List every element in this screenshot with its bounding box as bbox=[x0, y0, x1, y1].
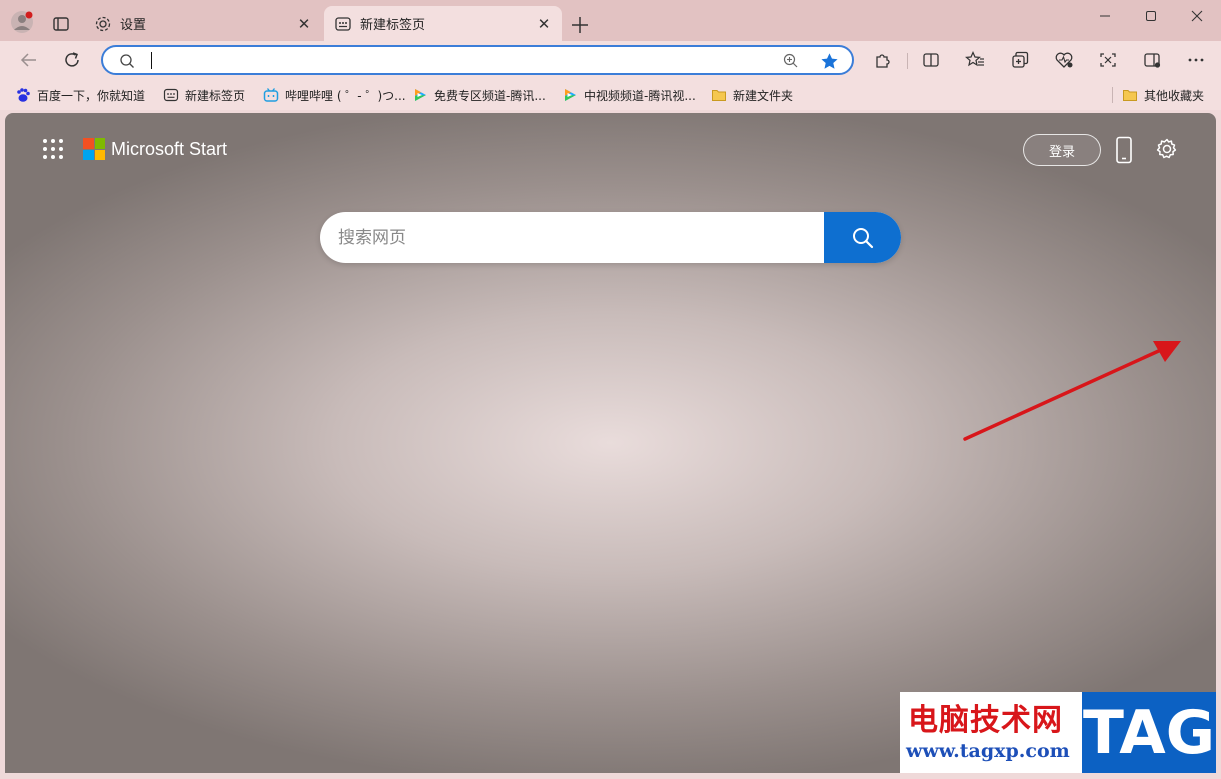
web-search-button[interactable] bbox=[824, 212, 901, 263]
tab-settings-label: 设置 bbox=[120, 18, 147, 33]
bookmark-new-tab-label: 新建标签页 bbox=[185, 88, 246, 103]
bookmarks-bar: 百度一下，你就知道 新建标签页 哔哩哔哩 ( ゜- ゜)つ... 免费专区频道-… bbox=[0, 79, 1221, 110]
bookmark-tencent-free-label: 免费专区频道-腾讯... bbox=[434, 88, 546, 103]
gear-icon bbox=[95, 16, 111, 31]
browser-essentials-button[interactable] bbox=[1051, 47, 1077, 73]
other-favorites-folder[interactable]: 其他收藏夹 bbox=[1122, 85, 1204, 105]
gear-icon bbox=[1156, 138, 1177, 159]
watermark-title: 电脑技术网 bbox=[908, 703, 1063, 738]
extensions-icon bbox=[876, 54, 890, 68]
page-settings-button[interactable] bbox=[1155, 137, 1179, 161]
brand-label: Microsoft Start bbox=[111, 138, 228, 159]
favorites-button[interactable] bbox=[962, 47, 988, 73]
bookmark-new-folder[interactable]: 新建文件夹 bbox=[711, 85, 793, 105]
app-launcher-icon bbox=[43, 139, 63, 159]
split-screen-button[interactable] bbox=[918, 47, 944, 73]
sidebar-button[interactable] bbox=[1139, 47, 1165, 73]
watermark: 电脑技术网 www.tagxp.com TAG bbox=[900, 692, 1216, 773]
bookmarks-divider bbox=[1112, 87, 1113, 103]
new-tab-button[interactable] bbox=[569, 14, 591, 36]
phone-icon bbox=[1116, 136, 1132, 164]
sidebar-icon bbox=[1144, 53, 1161, 68]
microsoft-logo-icon bbox=[83, 138, 105, 160]
web-search-input[interactable] bbox=[338, 212, 818, 263]
more-icon bbox=[1188, 58, 1204, 62]
screenshot-icon bbox=[1100, 53, 1116, 67]
mobile-app-button[interactable] bbox=[1114, 136, 1134, 164]
screenshot-button[interactable] bbox=[1095, 47, 1121, 73]
folder-icon bbox=[1123, 90, 1137, 101]
baidu-icon bbox=[17, 88, 30, 102]
extensions-button[interactable] bbox=[870, 47, 896, 73]
zoom-icon[interactable] bbox=[782, 52, 800, 70]
refresh-button[interactable] bbox=[59, 47, 85, 73]
more-button[interactable] bbox=[1183, 47, 1209, 73]
close-tab-new-tab-button[interactable]: ✕ bbox=[534, 14, 554, 34]
app-launcher-button[interactable] bbox=[41, 137, 65, 161]
profile-icon bbox=[11, 11, 33, 33]
plus-icon bbox=[572, 17, 588, 33]
annotation-arrow bbox=[963, 341, 1181, 441]
watermark-url: www.tagxp.com bbox=[906, 740, 1070, 762]
folder-icon bbox=[712, 90, 726, 101]
bookmark-new-folder-label: 新建文件夹 bbox=[733, 88, 794, 103]
minimize-icon bbox=[1100, 15, 1110, 17]
tab-strip: 设置 ✕ 新建标签页 ✕ bbox=[0, 0, 1221, 41]
bookmark-bilibili-label: 哔哩哔哩 ( ゜- ゜)つ... bbox=[285, 88, 406, 103]
search-icon bbox=[120, 54, 134, 68]
bookmark-baidu-label: 百度一下，你就知道 bbox=[37, 88, 146, 103]
signin-button[interactable]: 登录 bbox=[1023, 134, 1101, 166]
bookmark-new-tab[interactable]: 新建标签页 bbox=[163, 85, 245, 105]
favorites-icon bbox=[965, 51, 984, 67]
watermark-tag-logo: TAG bbox=[1082, 692, 1216, 773]
web-search-box bbox=[320, 212, 901, 263]
close-window-button[interactable] bbox=[1174, 4, 1220, 28]
tab-settings[interactable]: 设置 ✕ bbox=[84, 6, 322, 41]
new-tab-page: Microsoft Start 登录 bbox=[5, 113, 1216, 773]
bookmark-baidu[interactable]: 百度一下，你就知道 bbox=[15, 85, 145, 105]
profile-avatar[interactable] bbox=[10, 10, 34, 34]
search-icon bbox=[852, 227, 873, 248]
toolbar bbox=[0, 41, 1221, 79]
watermark-text-panel: 电脑技术网 www.tagxp.com bbox=[900, 692, 1082, 773]
bookmark-tencent-mid[interactable]: 中视频频道-腾讯视... bbox=[562, 85, 696, 105]
bookmark-bilibili[interactable]: 哔哩哔哩 ( ゜- ゜)つ... bbox=[263, 85, 406, 105]
browser-essentials-icon bbox=[1055, 52, 1073, 68]
close-icon bbox=[1191, 10, 1203, 22]
minimize-button[interactable] bbox=[1082, 4, 1128, 28]
address-bar[interactable] bbox=[101, 45, 854, 75]
other-favorites-label: 其他收藏夹 bbox=[1144, 88, 1205, 103]
maximize-button[interactable] bbox=[1128, 4, 1174, 28]
refresh-icon bbox=[65, 52, 79, 67]
vertical-tabs-icon bbox=[53, 17, 69, 31]
tab-new-tab-label: 新建标签页 bbox=[360, 18, 426, 33]
vertical-tabs-button[interactable] bbox=[50, 13, 72, 35]
bilibili-icon bbox=[263, 88, 279, 102]
back-button[interactable] bbox=[16, 47, 42, 73]
favorite-star-icon[interactable] bbox=[820, 52, 839, 71]
new-tab-page-icon bbox=[335, 16, 351, 31]
address-input[interactable] bbox=[149, 51, 749, 69]
maximize-icon bbox=[1146, 11, 1156, 21]
close-tab-settings-button[interactable]: ✕ bbox=[294, 14, 314, 34]
new-tab-page-icon bbox=[163, 88, 179, 102]
split-screen-icon bbox=[923, 53, 939, 67]
bookmark-tencent-free[interactable]: 免费专区频道-腾讯... bbox=[412, 85, 546, 105]
bookmark-tencent-mid-label: 中视频频道-腾讯视... bbox=[584, 88, 696, 103]
toolbar-divider bbox=[907, 53, 908, 69]
collections-button[interactable] bbox=[1007, 47, 1033, 73]
collections-icon bbox=[1012, 51, 1029, 68]
tencent-video-icon bbox=[415, 89, 426, 101]
tencent-video-icon bbox=[565, 89, 576, 101]
tab-new-tab[interactable]: 新建标签页 ✕ bbox=[324, 6, 562, 41]
microsoft-start-brand[interactable]: Microsoft Start bbox=[83, 138, 227, 160]
back-icon bbox=[20, 53, 36, 67]
